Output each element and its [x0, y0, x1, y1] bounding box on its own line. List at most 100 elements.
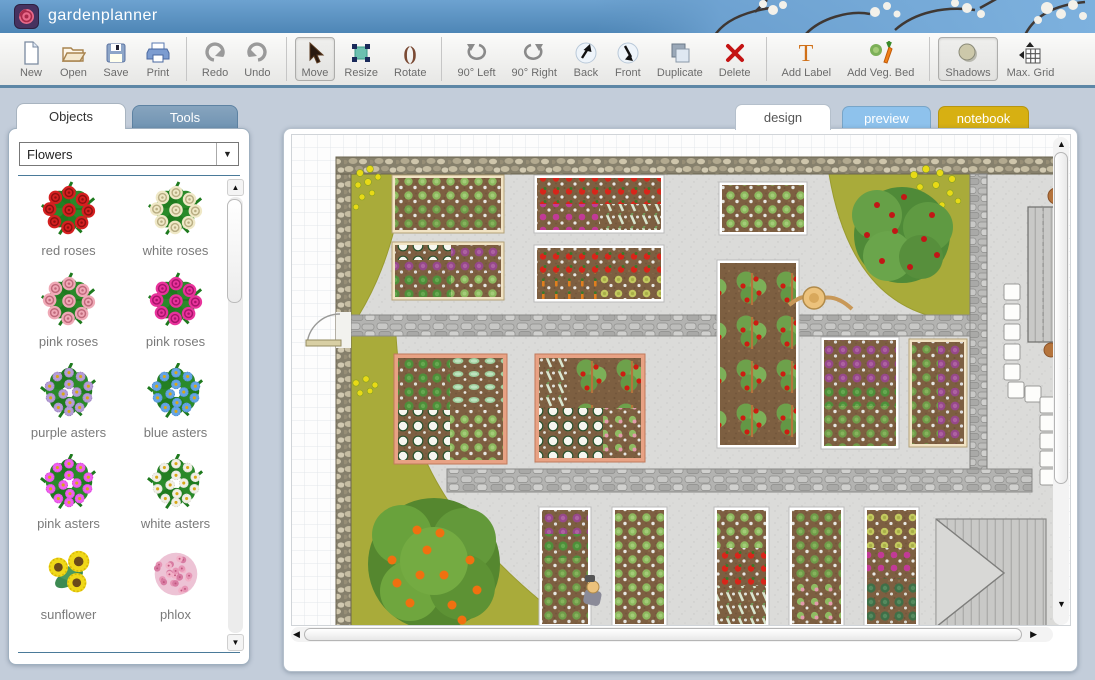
plant-item-label: white asters [122, 516, 229, 531]
tab-design[interactable]: design [735, 104, 831, 130]
move-cursor-icon [302, 40, 329, 66]
tab-preview[interactable]: preview [842, 106, 931, 130]
veg-bed[interactable] [789, 507, 844, 626]
plant-item-dandelion-partial[interactable] [122, 634, 229, 649]
plant-item-sunflower[interactable]: sunflower [15, 543, 122, 634]
plant-item-pink-roses[interactable]: pink roses [15, 270, 122, 361]
rotate-90-left-button[interactable]: 90° Left [450, 37, 502, 81]
plant-item-white-asters[interactable]: white asters [122, 452, 229, 543]
veg-bed[interactable] [821, 337, 899, 449]
add-label-button[interactable]: TAdd Label [775, 37, 839, 81]
plant-item-label: sunflower [15, 607, 122, 622]
move-button[interactable]: Move [295, 37, 336, 81]
scrollbar-thumb[interactable] [227, 199, 242, 303]
chevron-down-icon[interactable]: ▼ [216, 143, 238, 165]
scroll-up-icon[interactable]: ▲ [1057, 138, 1066, 151]
delete-x-icon [719, 40, 751, 66]
toolbar-item-label: Undo [244, 67, 270, 79]
veg-bed[interactable] [717, 260, 799, 448]
veg-bed[interactable] [909, 339, 967, 447]
svg-text:(): () [404, 43, 417, 65]
veg-bed[interactable] [534, 245, 664, 302]
open-button[interactable]: Open [53, 37, 94, 81]
garden-planner-app: { "titlebar": { "app_name": "gardenplann… [0, 0, 1095, 680]
max-grid-button[interactable]: Max. Grid [1000, 37, 1062, 81]
veg-bed[interactable] [612, 507, 667, 626]
orange-tree[interactable] [368, 498, 500, 626]
veg-bed[interactable] [392, 175, 504, 233]
veg-bed[interactable] [392, 242, 504, 300]
plant-item-grass-partial[interactable] [15, 634, 122, 649]
veg-bed[interactable] [719, 182, 807, 235]
blue-asters-icon [122, 361, 229, 423]
plant-item-pink-roses[interactable]: pink roses [122, 270, 229, 361]
plant-item-blue-asters[interactable]: blue asters [122, 361, 229, 452]
undo-arrow-icon [244, 40, 270, 66]
tab-notebook[interactable]: notebook [938, 106, 1029, 130]
veg-bed[interactable] [864, 507, 919, 626]
scrollbar-thumb[interactable] [1054, 152, 1068, 484]
undo-button[interactable]: Undo [237, 37, 277, 81]
veg-bed[interactable] [714, 507, 769, 626]
pink-roses-icon [122, 270, 229, 332]
veg-bed[interactable] [394, 354, 507, 464]
canvas-vertical-scrollbar[interactable]: ▲ ▼ [1053, 137, 1069, 625]
category-dropdown-value: Flowers [20, 147, 216, 162]
save-button[interactable]: Save [96, 37, 136, 81]
tab-objects[interactable]: Objects [16, 103, 126, 129]
toolbar-item-label: Save [103, 67, 129, 79]
rotate-button[interactable]: ()Rotate [387, 37, 433, 81]
canvas-horizontal-scrollbar[interactable]: ◀ ▶ [291, 627, 1053, 642]
scroll-right-icon[interactable]: ▶ [1030, 628, 1037, 641]
divider [18, 175, 240, 176]
category-dropdown[interactable]: Flowers ▼ [19, 142, 239, 166]
veg-bed[interactable] [535, 354, 645, 462]
toolbar-item-label: Duplicate [657, 67, 703, 79]
toolbar-divider [929, 37, 930, 81]
scrollbar-thumb[interactable] [304, 628, 1022, 641]
plant-item-phlox[interactable]: phlox [122, 543, 229, 634]
toolbar-item-label: 90° Left [457, 67, 495, 79]
veg-bed[interactable] [539, 507, 591, 626]
scroll-down-icon[interactable]: ▼ [1057, 598, 1066, 611]
plant-item-purple-asters[interactable]: purple asters [15, 361, 122, 452]
redo-button[interactable]: Redo [195, 37, 235, 81]
scroll-down-icon[interactable]: ▼ [227, 634, 244, 651]
plant-item-white-roses[interactable]: white roses [122, 179, 229, 270]
print-button[interactable]: Print [138, 37, 178, 81]
dandelion-partial-icon [122, 634, 229, 649]
max-grid-icon [1007, 40, 1055, 66]
toolbar-divider [441, 37, 442, 81]
add-veg-bed-button[interactable]: Add Veg. Bed [840, 37, 921, 81]
garden-shed[interactable] [936, 519, 1046, 626]
delete-button[interactable]: Delete [712, 37, 758, 81]
sidebar-scrollbar[interactable]: ▲ ▼ [227, 179, 244, 651]
toolbar-item-label: Add Label [782, 67, 832, 79]
app-title: gardenplanner [48, 7, 158, 25]
scroll-up-icon[interactable]: ▲ [227, 179, 244, 196]
plant-item-label: purple asters [15, 425, 122, 440]
duplicate-button[interactable]: Duplicate [650, 37, 710, 81]
veg-bed[interactable] [534, 175, 664, 233]
front-button[interactable]: Front [608, 37, 648, 81]
white-asters-icon [122, 452, 229, 514]
scroll-left-icon[interactable]: ◀ [293, 628, 300, 641]
plant-item-red-roses[interactable]: red roses [15, 179, 122, 270]
garden-design-area[interactable] [291, 134, 1071, 626]
back-button[interactable]: Back [566, 37, 606, 81]
rotate-90-right-button[interactable]: 90° Right [505, 37, 564, 81]
resize-button[interactable]: Resize [337, 37, 385, 81]
title-bar: gardenplanner [0, 0, 1095, 33]
shadows-button[interactable]: Shadows [938, 37, 997, 81]
tab-tools[interactable]: Tools [132, 105, 238, 129]
toolbar-item-label: Max. Grid [1007, 67, 1055, 79]
plant-item-pink-asters[interactable]: pink asters [15, 452, 122, 543]
new-button[interactable]: New [11, 37, 51, 81]
toolbar-divider [286, 37, 287, 81]
shadows-icon [945, 40, 990, 66]
toolbar-group: NewOpen Save Print [10, 35, 179, 83]
toolbar-item-label: Resize [344, 67, 378, 79]
toolbar-divider [186, 37, 187, 81]
phlox-icon [122, 543, 229, 605]
toolbar-item-label: Redo [202, 67, 228, 79]
